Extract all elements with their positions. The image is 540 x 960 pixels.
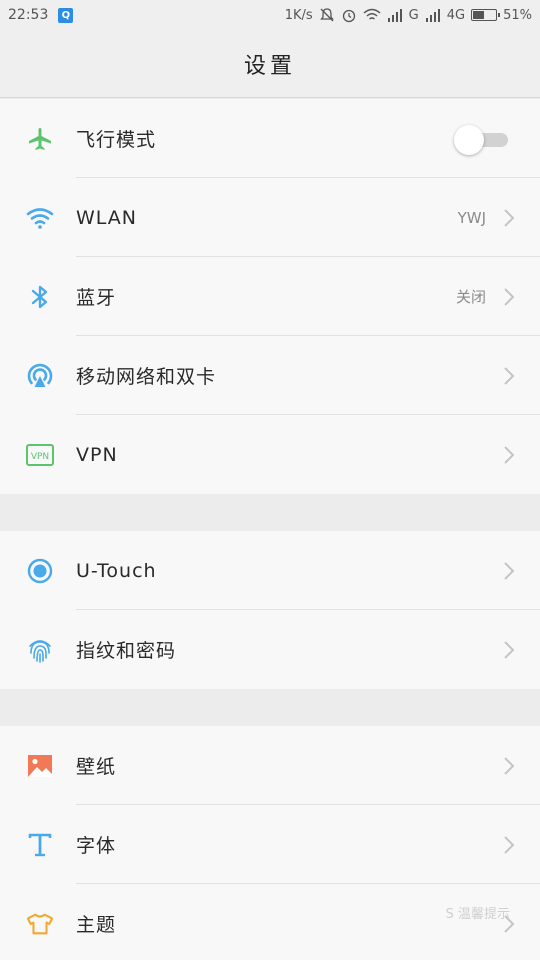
net-speed: 1K/s: [284, 7, 313, 23]
chevron-right-icon: [504, 835, 515, 854]
chevron-right-icon: [504, 756, 515, 775]
setting-label: 蓝牙: [76, 287, 117, 309]
setting-label: 主题: [76, 914, 117, 936]
setting-utouch[interactable]: U-Touch: [0, 531, 540, 610]
setting-label: 移动网络和双卡: [76, 366, 217, 388]
settings-group-network: 飞行模式 WLAN YWJ 蓝牙 关闭 移动网络和双卡 VPN VPN: [0, 99, 540, 494]
wallpaper-icon: [26, 752, 54, 780]
wifi-icon: [26, 204, 54, 232]
setting-value: 关闭: [455, 288, 486, 306]
setting-mobile-network[interactable]: 移动网络和双卡: [0, 336, 540, 415]
setting-wallpaper[interactable]: 壁纸: [0, 726, 540, 805]
airplane-icon: [26, 125, 54, 153]
theme-icon: [26, 910, 54, 938]
chevron-right-icon: [504, 640, 515, 659]
signal-icon: [387, 8, 403, 22]
svg-text:VPN: VPN: [31, 452, 49, 462]
battery-icon: [471, 9, 501, 21]
setting-bluetooth[interactable]: 蓝牙 关闭: [0, 257, 540, 336]
chevron-right-icon: [504, 287, 515, 306]
mute-bell-icon: [319, 7, 335, 23]
chevron-right-icon: [504, 561, 515, 580]
title-bar: 设置: [0, 30, 540, 98]
setting-label: 壁纸: [76, 756, 117, 778]
status-time: 22:53: [8, 7, 49, 23]
signal-icon-2: [425, 8, 441, 22]
setting-wlan[interactable]: WLAN YWJ: [0, 178, 540, 257]
bluetooth-icon: [26, 283, 54, 311]
battery-percent: 51%: [503, 7, 532, 23]
settings-group-display: 壁纸 字体 主题: [0, 726, 540, 960]
chevron-right-icon: [504, 366, 515, 385]
setting-label: 字体: [76, 835, 117, 857]
mobile-network-icon: [26, 362, 54, 390]
setting-label: WLAN: [76, 206, 138, 229]
setting-label: VPN: [76, 443, 118, 466]
setting-font[interactable]: 字体: [0, 805, 540, 884]
setting-label: U-Touch: [76, 559, 157, 582]
setting-theme[interactable]: 主题: [0, 884, 540, 960]
setting-vpn[interactable]: VPN VPN: [0, 415, 540, 494]
page-title: 设置: [243, 53, 296, 79]
chevron-right-icon: [504, 445, 515, 464]
app-notification-icon: Q: [58, 7, 74, 23]
font-icon: [26, 831, 54, 859]
setting-value: YWJ: [457, 208, 486, 227]
network-g-label: G: [408, 7, 419, 23]
airplane-mode-toggle[interactable]: [454, 124, 510, 155]
alarm-icon: [341, 7, 357, 23]
wifi-status-icon: [363, 8, 381, 22]
chevron-right-icon: [504, 208, 515, 227]
utouch-icon: [26, 557, 54, 585]
status-bar: 22:53 Q 1K/s G 4G 51%: [0, 0, 540, 30]
vpn-icon: VPN: [26, 441, 54, 469]
settings-group-security: U-Touch 指纹和密码: [0, 531, 540, 689]
watermark: S 温馨提示: [445, 907, 510, 922]
fingerprint-icon: [26, 636, 54, 664]
setting-fingerprint[interactable]: 指纹和密码: [0, 610, 540, 689]
network-4g-label: 4G: [446, 7, 466, 23]
setting-label: 飞行模式: [76, 129, 157, 151]
setting-airplane-mode[interactable]: 飞行模式: [0, 99, 540, 178]
setting-label: 指纹和密码: [76, 640, 177, 662]
